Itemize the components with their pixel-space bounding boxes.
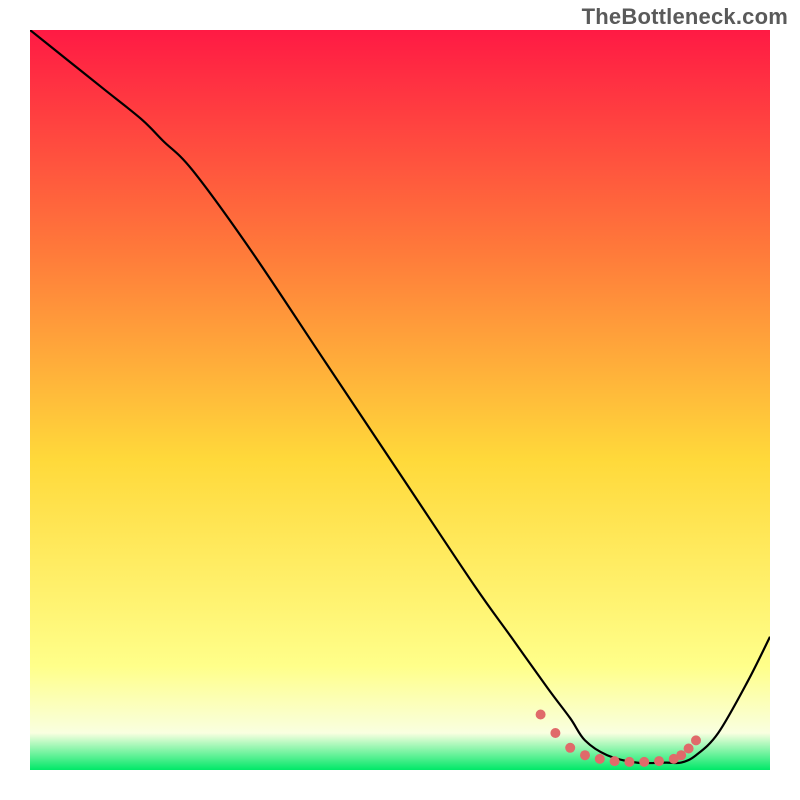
- watermark-text: TheBottleneck.com: [582, 4, 788, 30]
- chart-svg: [30, 30, 770, 770]
- trough-dot: [536, 710, 546, 720]
- trough-dot: [580, 750, 590, 760]
- trough-dot: [691, 735, 701, 745]
- trough-dot: [676, 750, 686, 760]
- bottleneck-chart: [30, 30, 770, 770]
- trough-dot: [550, 728, 560, 738]
- chart-background: [30, 30, 770, 770]
- trough-dot: [624, 757, 634, 767]
- trough-dot: [610, 756, 620, 766]
- trough-dot: [565, 743, 575, 753]
- trough-dot: [654, 756, 664, 766]
- trough-dot: [684, 744, 694, 754]
- trough-dot: [595, 754, 605, 764]
- trough-dot: [639, 757, 649, 767]
